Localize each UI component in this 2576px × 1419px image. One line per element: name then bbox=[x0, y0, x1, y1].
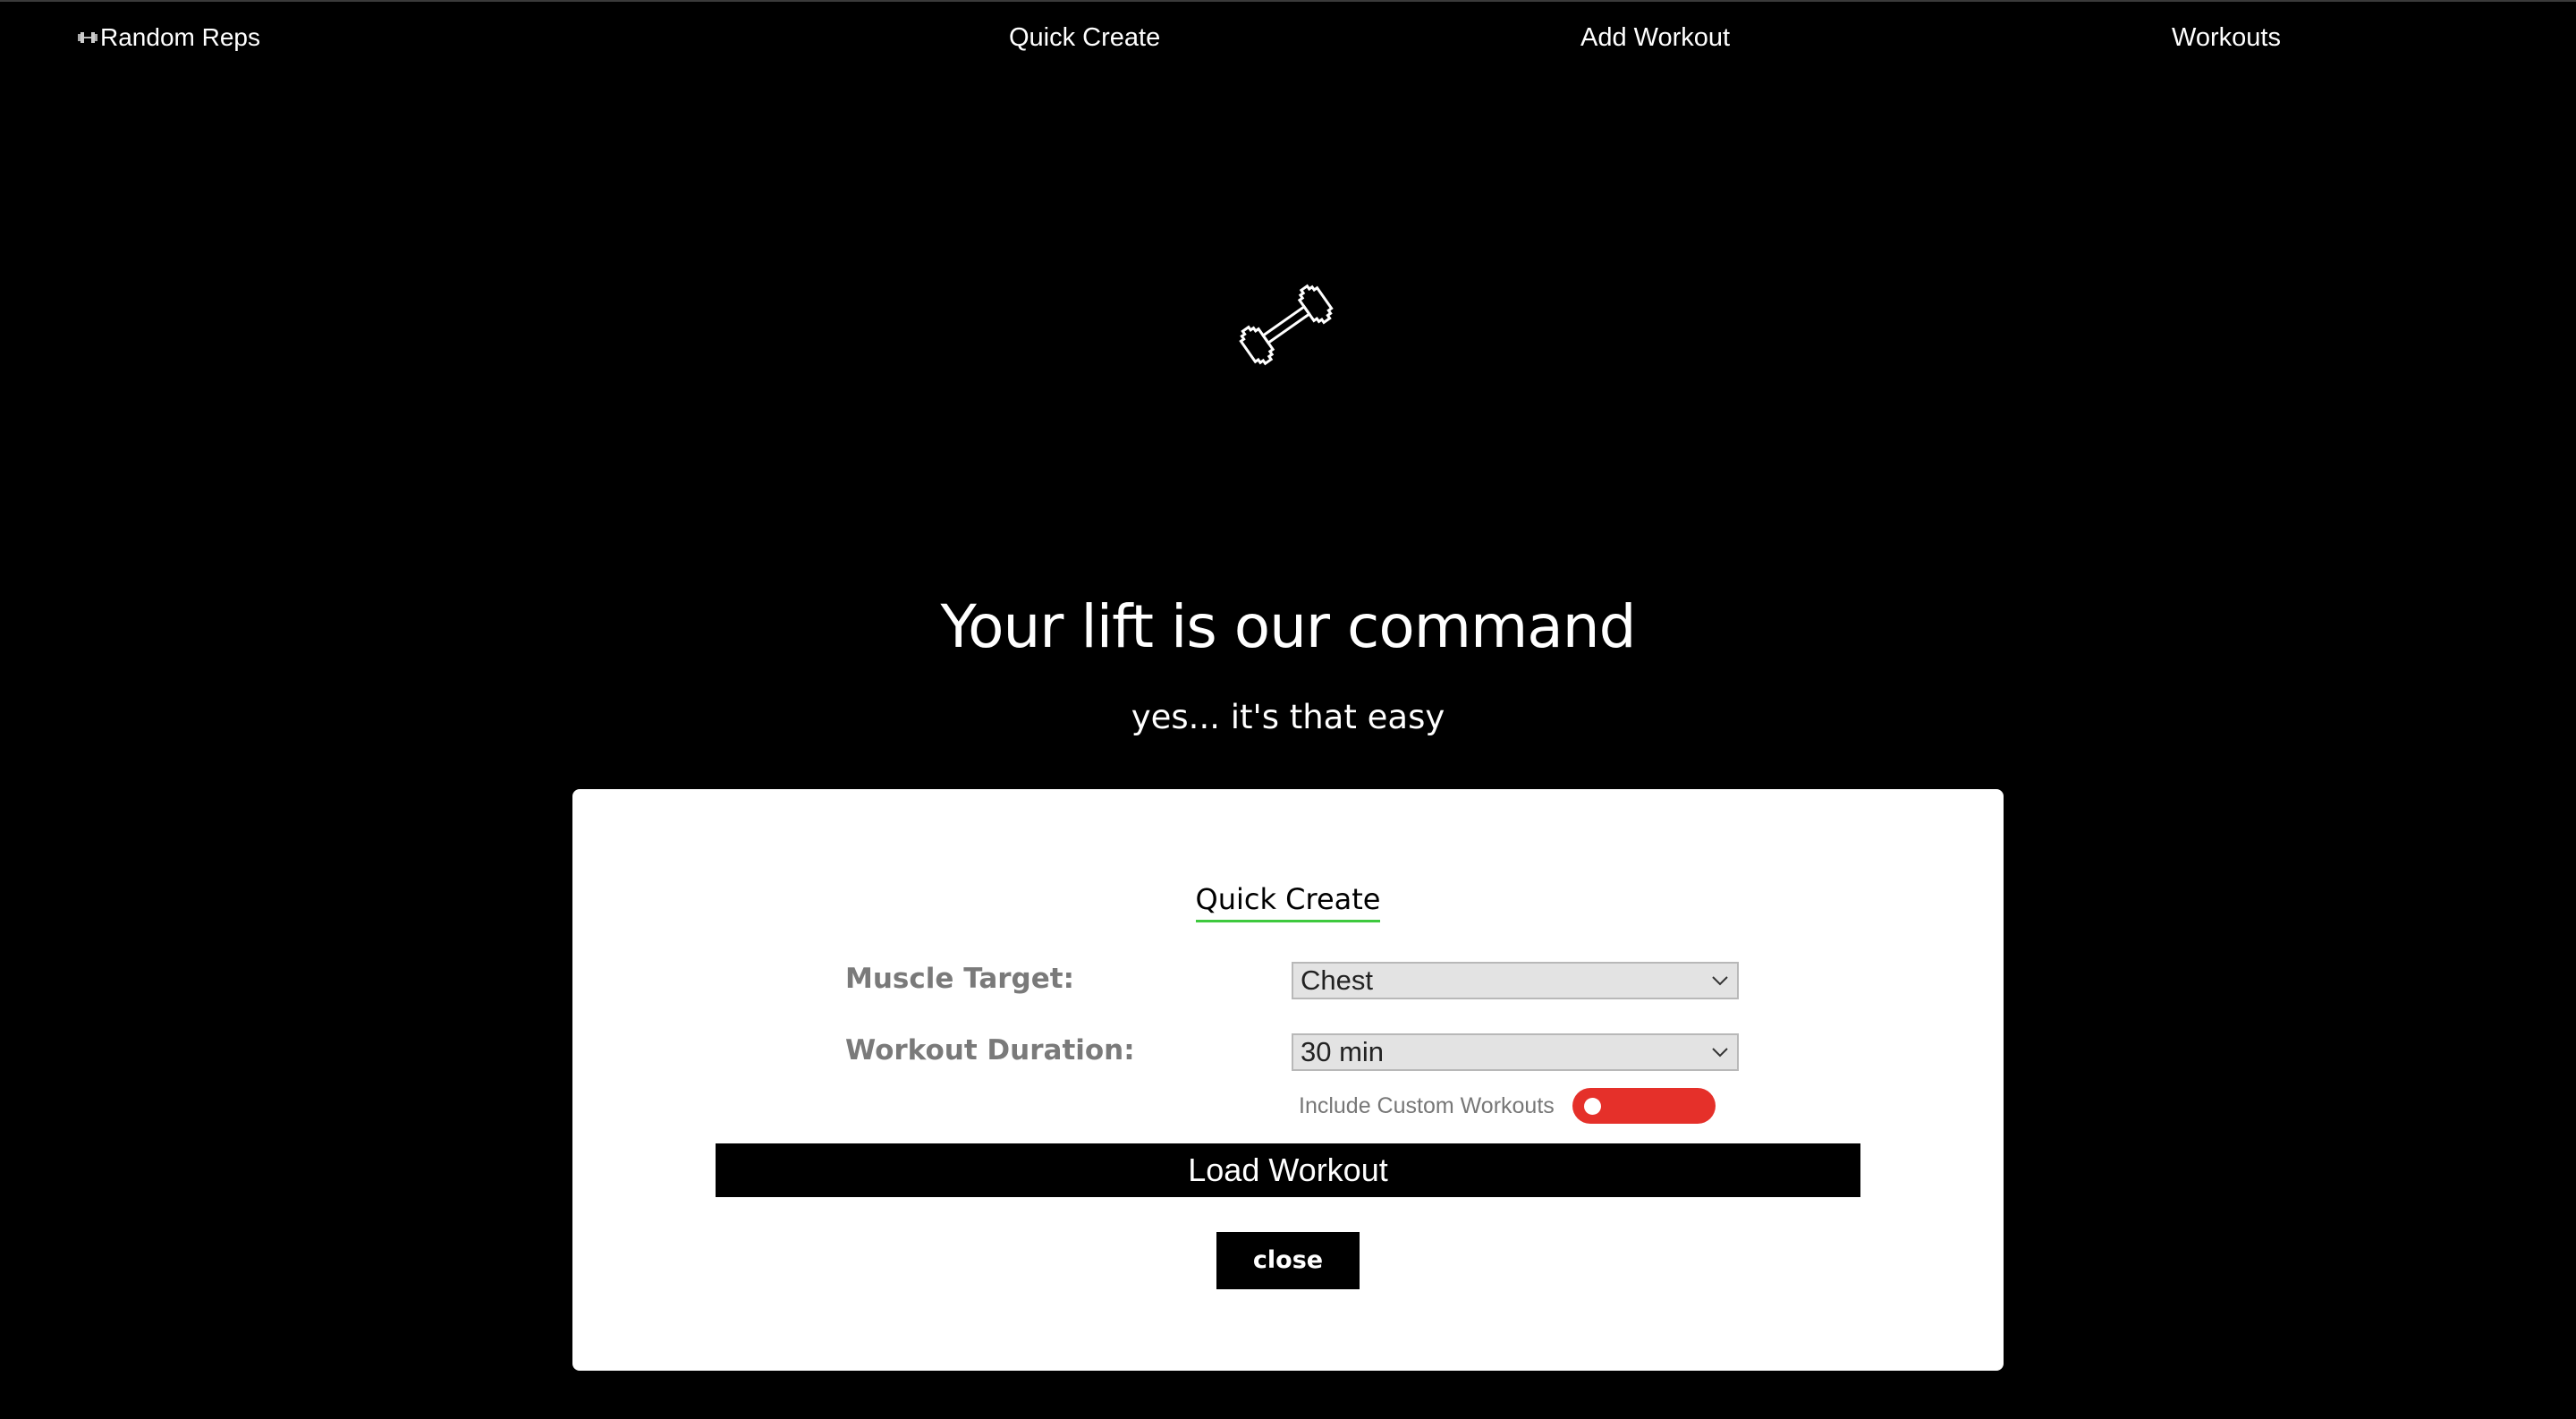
muscle-target-select[interactable]: Chest bbox=[1292, 962, 1739, 999]
nav-workouts[interactable]: Workouts bbox=[2172, 23, 2281, 53]
modal-title-text: Quick Create bbox=[1195, 882, 1381, 922]
close-button[interactable]: close bbox=[1216, 1232, 1360, 1289]
custom-workouts-toggle[interactable] bbox=[1572, 1088, 1716, 1124]
quick-create-modal: Quick Create Muscle Target: Chest Workou… bbox=[572, 789, 2004, 1371]
workout-duration-select[interactable]: 30 min bbox=[1292, 1033, 1739, 1071]
chevron-down-icon bbox=[1712, 976, 1728, 986]
custom-workouts-row: Include Custom Workouts bbox=[1299, 1088, 1716, 1124]
chevron-down-icon bbox=[1712, 1048, 1728, 1058]
modal-title: Quick Create bbox=[572, 882, 2004, 922]
workout-duration-label: Workout Duration: bbox=[845, 1034, 1135, 1066]
hero-title: Your lift is our command bbox=[940, 592, 1637, 661]
muscle-target-value: Chest bbox=[1301, 964, 1373, 996]
muscle-target-label: Muscle Target: bbox=[845, 963, 1074, 995]
dumbbell-icon bbox=[1239, 284, 1334, 366]
app-frame: Random Reps Quick Create Add Workout Wor… bbox=[0, 0, 2576, 1419]
dumbbell-icon bbox=[78, 32, 97, 43]
nav-quick-create[interactable]: Quick Create bbox=[1009, 23, 1160, 53]
custom-workouts-label: Include Custom Workouts bbox=[1299, 1092, 1555, 1118]
nav-add-workout[interactable]: Add Workout bbox=[1580, 23, 1730, 53]
top-nav: Random Reps Quick Create Add Workout Wor… bbox=[0, 2, 2576, 73]
hero-subtitle: yes... it's that easy bbox=[1131, 698, 1445, 736]
workout-duration-value: 30 min bbox=[1301, 1036, 1385, 1067]
load-workout-button[interactable]: Load Workout bbox=[716, 1143, 1860, 1197]
brand-link[interactable]: Random Reps bbox=[77, 23, 260, 52]
toggle-knob bbox=[1583, 1098, 1601, 1115]
brand-label: Random Reps bbox=[100, 23, 260, 51]
